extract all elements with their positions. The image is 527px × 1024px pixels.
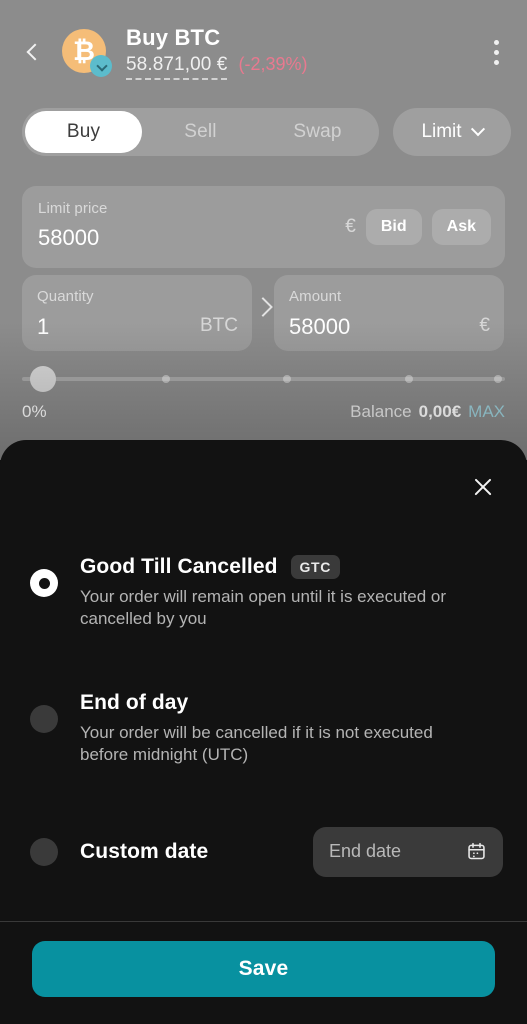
tab-swap[interactable]: Swap	[259, 111, 376, 153]
slider-tick	[162, 375, 170, 383]
tab-sell[interactable]: Sell	[142, 111, 259, 153]
radio-custom-date[interactable]	[30, 837, 58, 866]
amount-field[interactable]: Amount 58000 €	[274, 275, 504, 351]
back-button[interactable]	[12, 29, 58, 75]
bid-button[interactable]: Bid	[365, 209, 422, 245]
save-button[interactable]: Save	[32, 941, 495, 997]
limit-price-field[interactable]: Limit price 58000 € Bid Ask	[22, 186, 505, 268]
app-header: ₿ Buy BTC 58.871,00 € (-2,39%)	[0, 22, 527, 82]
balance-group: Balance 0,00€ MAX	[350, 402, 505, 422]
page-title: Buy BTC	[126, 24, 221, 50]
kebab-dot	[493, 39, 499, 45]
validity-options-list: Good Till Cancelled GTC Your order will …	[0, 555, 527, 877]
tab-buy[interactable]: Buy	[25, 111, 142, 153]
header-text-block: Buy BTC 58.871,00 € (-2,39%)	[126, 25, 308, 80]
gtc-badge: GTC	[290, 555, 340, 579]
order-validity-sheet: Good Till Cancelled GTC Your order will …	[0, 440, 527, 1024]
slider-thumb[interactable]	[30, 366, 56, 392]
limit-price-actions: € Bid Ask	[345, 209, 491, 245]
option-title-row: End of day	[80, 691, 503, 715]
amount-slider[interactable]	[22, 366, 505, 392]
overflow-menu-icon[interactable]	[479, 32, 513, 72]
order-type-dropdown[interactable]: Limit	[393, 108, 511, 156]
coin-avatar: ₿	[62, 29, 112, 77]
radio-end-of-day[interactable]	[30, 704, 58, 733]
option-title: End of day	[80, 690, 189, 714]
kebab-dot	[493, 59, 499, 65]
sheet-divider	[0, 921, 527, 922]
option-end-of-day[interactable]: End of day Your order will be cancelled …	[0, 691, 527, 767]
dimmed-backdrop: ₿ Buy BTC 58.871,00 € (-2,39%) Buy Sell …	[0, 0, 527, 460]
balance-value: 0,00€	[418, 402, 462, 421]
calendar-icon	[468, 843, 485, 860]
slider-percent-label: 0%	[22, 402, 47, 421]
balance-label: Balance	[350, 402, 412, 421]
ask-button[interactable]: Ask	[431, 209, 491, 245]
slider-track	[22, 377, 505, 381]
close-icon	[472, 476, 494, 498]
slider-tick	[283, 375, 291, 383]
option-body: Good Till Cancelled GTC Your order will …	[80, 555, 503, 631]
option-title-row: Good Till Cancelled GTC	[80, 555, 503, 579]
slider-tick	[405, 375, 413, 383]
option-description: Your order will remain open until it is …	[80, 587, 447, 629]
option-title: Custom date	[80, 839, 209, 863]
currency-symbol: €	[345, 216, 356, 237]
price-change-percent: (-2,39%)	[238, 53, 308, 74]
mode-tabs-row: Buy Sell Swap Limit	[22, 108, 511, 156]
quantity-field[interactable]: Quantity 1 BTC	[22, 275, 252, 351]
quantity-label: Quantity	[37, 288, 94, 305]
max-button[interactable]: MAX	[468, 402, 505, 422]
amount-label: Amount	[289, 288, 342, 305]
amount-value[interactable]: 58000	[289, 314, 489, 340]
mode-segmented-control: Buy Sell Swap	[22, 108, 379, 156]
order-type-label: Limit	[421, 121, 462, 142]
radio-gtc-selected[interactable]	[30, 569, 58, 597]
trading-screen: ₿ Buy BTC 58.871,00 € (-2,39%) Buy Sell …	[0, 0, 527, 1024]
close-sheet-button[interactable]	[461, 465, 505, 509]
option-title: Good Till Cancelled	[80, 555, 278, 578]
buy-direction-badge	[90, 55, 112, 77]
option-body: End of day Your order will be cancelled …	[80, 691, 503, 767]
chevron-left-icon	[26, 43, 44, 61]
price-row: 58.871,00 € (-2,39%)	[126, 54, 308, 80]
option-description: Your order will be cancelled if it is no…	[80, 722, 433, 765]
slider-tick	[494, 375, 502, 383]
end-date-placeholder: End date	[329, 841, 402, 862]
option-custom-date[interactable]: Custom date End date	[0, 826, 527, 877]
balance-row: 0% Balance 0,00€ MAX	[22, 402, 505, 422]
radio-inner-dot	[38, 577, 50, 589]
current-price[interactable]: 58.871,00 €	[126, 54, 228, 80]
kebab-dot	[493, 49, 499, 55]
end-date-input[interactable]: End date	[313, 826, 503, 877]
arrow-down-left-icon	[95, 59, 108, 72]
chevron-down-icon	[470, 122, 485, 137]
amount-unit: €	[479, 315, 490, 336]
quantity-unit: BTC	[200, 315, 238, 336]
chevron-right-icon	[253, 297, 273, 317]
option-good-till-cancelled[interactable]: Good Till Cancelled GTC Your order will …	[0, 555, 527, 631]
